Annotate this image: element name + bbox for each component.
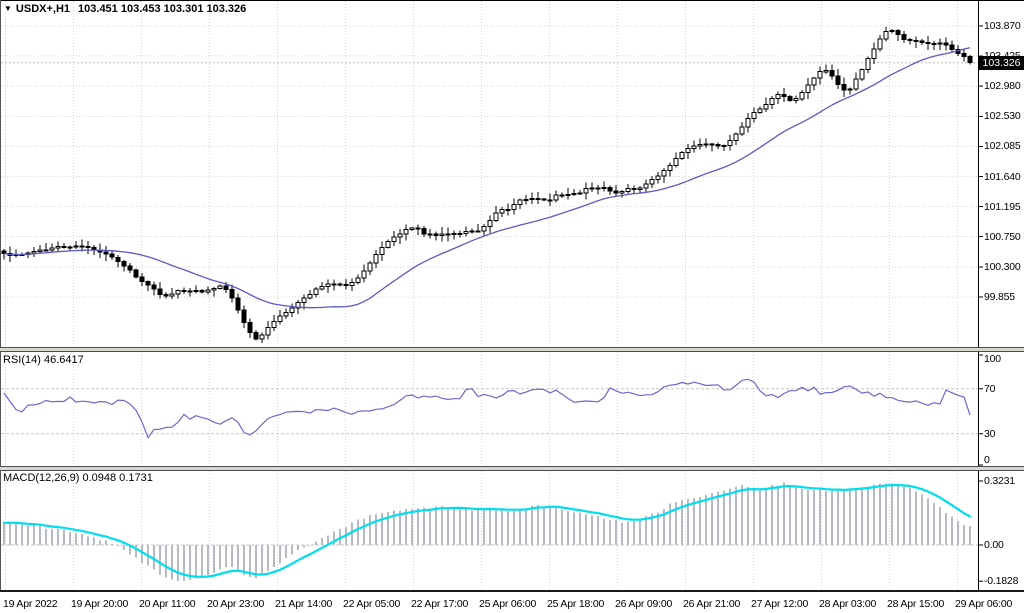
chart-header: ▼ USDX+,H1 103.451 103.453 103.301 103.326 bbox=[4, 3, 246, 15]
symbol-dropdown-icon[interactable]: ▼ bbox=[4, 4, 12, 13]
price-axis-label: 103.870 bbox=[984, 20, 1021, 32]
ohlc-readout: 103.451 103.453 103.301 103.326 bbox=[78, 3, 246, 15]
rsi-axis-label: 0 bbox=[984, 454, 990, 466]
time-axis-label: 27 Apr 12:00 bbox=[751, 598, 808, 610]
rsi-axis-label: 100 bbox=[984, 353, 1001, 365]
price-axis-label: 99.855 bbox=[984, 291, 1015, 303]
time-axis-label: 19 Apr 2022 bbox=[3, 598, 57, 610]
price-axis-label: 102.530 bbox=[984, 110, 1021, 122]
panel-divider[interactable] bbox=[0, 466, 1024, 471]
price-axis-label: 101.640 bbox=[984, 171, 1021, 183]
time-axis-label: 25 Apr 06:00 bbox=[479, 598, 536, 610]
time-axis-label: 26 Apr 09:00 bbox=[615, 598, 672, 610]
price-axis[interactable]: 103.870103.425102.980102.530102.085101.6… bbox=[0, 0, 1024, 590]
rsi-axis-label: 30 bbox=[984, 428, 995, 440]
panel-divider[interactable] bbox=[0, 347, 1024, 352]
time-axis-label: 22 Apr 17:00 bbox=[411, 598, 468, 610]
rsi-axis-label: 70 bbox=[984, 383, 995, 395]
time-axis-label: 29 Apr 06:00 bbox=[955, 598, 1012, 610]
time-axis-label: 25 Apr 18:00 bbox=[547, 598, 604, 610]
symbol-title: USDX+,H1 bbox=[16, 3, 70, 15]
price-axis-label: 101.195 bbox=[984, 201, 1021, 213]
time-axis-label: 28 Apr 15:00 bbox=[887, 598, 944, 610]
macd-axis-label: -0.1828 bbox=[984, 575, 1018, 587]
macd-axis-label: 0.3231 bbox=[984, 475, 1015, 487]
time-axis-label: 28 Apr 03:00 bbox=[819, 598, 876, 610]
macd-indicator-label: MACD(12,26,9) 0.0948 0.1731 bbox=[3, 472, 153, 484]
price-axis-label: 102.980 bbox=[984, 80, 1021, 92]
time-axis-label: 22 Apr 05:00 bbox=[343, 598, 400, 610]
time-axis-label: 20 Apr 23:00 bbox=[207, 598, 264, 610]
time-axis-label: 19 Apr 20:00 bbox=[71, 598, 128, 610]
current-price-badge: 103.326 bbox=[979, 56, 1024, 70]
price-axis-label: 100.300 bbox=[984, 261, 1021, 273]
price-axis-label: 100.750 bbox=[984, 231, 1021, 243]
time-axis[interactable]: 19 Apr 2022 19 Apr 20:00 20 Apr 11:00 20 Ap… bbox=[0, 590, 1024, 613]
time-axis-label: 20 Apr 11:00 bbox=[139, 598, 195, 610]
price-axis-label: 102.085 bbox=[984, 140, 1021, 152]
rsi-indicator-label: RSI(14) 46.6417 bbox=[3, 354, 84, 366]
time-axis-label: 21 Apr 14:00 bbox=[275, 598, 332, 610]
chart-window: ▼ USDX+,H1 103.451 103.453 103.301 103.326… bbox=[0, 0, 1024, 613]
time-axis-label: 26 Apr 21:00 bbox=[683, 598, 740, 610]
macd-axis-label: 0.00 bbox=[984, 539, 1004, 551]
